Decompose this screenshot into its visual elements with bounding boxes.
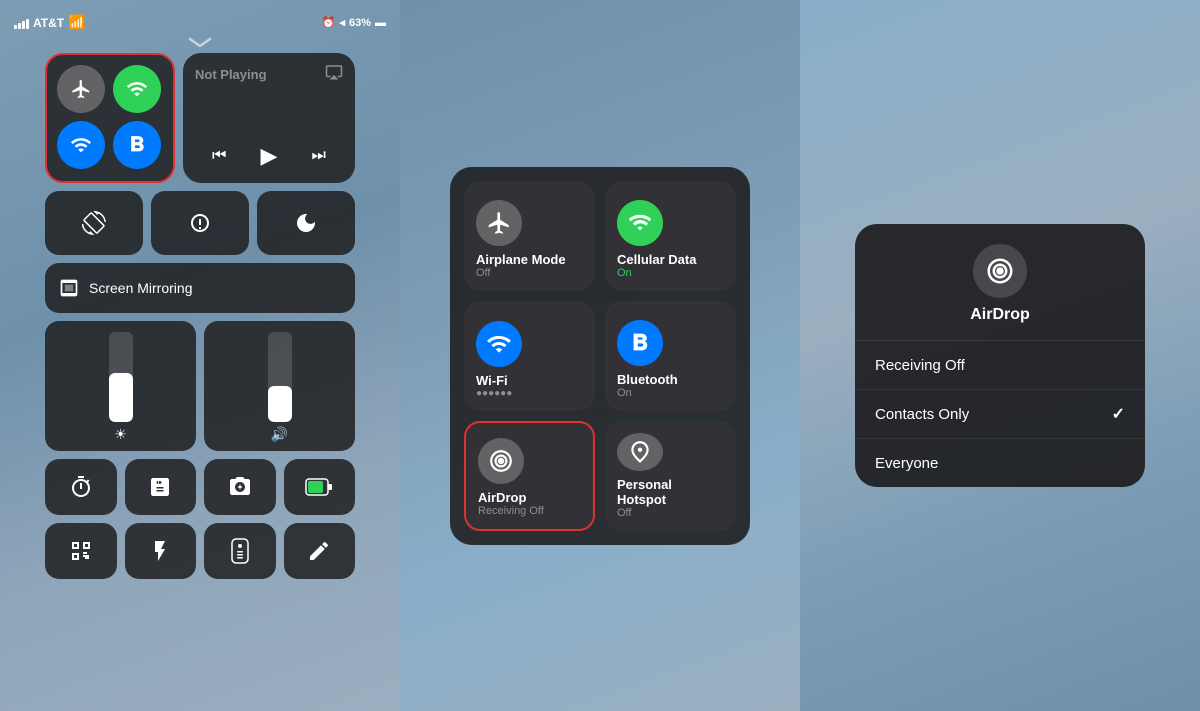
signal-bars-icon bbox=[14, 17, 29, 29]
panel-airdrop-menu: AirDrop Receiving Off ✓ Contacts Only ✓ … bbox=[800, 0, 1200, 711]
orientation-lock-button[interactable] bbox=[45, 191, 143, 255]
forward-button[interactable]: ⏭ bbox=[312, 147, 326, 165]
battery-percent: 63% bbox=[349, 17, 371, 29]
bluetooth-state: On bbox=[617, 387, 632, 399]
airdrop-cell[interactable]: AirDrop Receiving Off bbox=[464, 421, 595, 531]
flashlight-button[interactable] bbox=[125, 523, 197, 579]
remote-button[interactable] bbox=[204, 523, 276, 579]
airplane-mode-state: Off bbox=[476, 267, 490, 279]
expanded-toggle-panel: Airplane Mode Off Cellular Data On bbox=[450, 167, 750, 545]
volume-fill bbox=[268, 386, 292, 422]
now-playing-title: Not Playing bbox=[195, 67, 267, 82]
brightness-fill bbox=[109, 373, 133, 423]
contacts-only-label: Contacts Only bbox=[875, 406, 969, 423]
receiving-off-label: Receiving Off bbox=[875, 357, 965, 374]
airdrop-option-contacts-only[interactable]: Contacts Only ✓ bbox=[855, 390, 1145, 439]
wifi-icon: 📶 bbox=[68, 14, 85, 31]
status-left: AT&T 📶 bbox=[14, 14, 86, 31]
airdrop-menu-content: AirDrop Receiving Off ✓ Contacts Only ✓ … bbox=[800, 0, 1200, 711]
volume-slider[interactable]: 🔊 bbox=[204, 321, 355, 451]
hotspot-name: Personal Hotspot bbox=[617, 477, 724, 507]
airplay-icon[interactable] bbox=[325, 63, 343, 86]
airdrop-toggle-name: AirDrop bbox=[478, 490, 526, 505]
bluetooth-button[interactable]: 𝐁 bbox=[113, 121, 161, 169]
status-bar: AT&T 📶 ⏰ ◂ 63% ▬ bbox=[0, 8, 400, 35]
screen-mirroring-button[interactable]: Screen Mirroring bbox=[45, 263, 355, 313]
qr-scanner-button[interactable] bbox=[45, 523, 117, 579]
control-center-content: AT&T 📶 ⏰ ◂ 63% ▬ bbox=[0, 0, 400, 711]
bluetooth-toggle-icon: 𝐁 bbox=[617, 320, 663, 366]
cellular-data-state: On bbox=[617, 267, 632, 279]
alarm-icon: ⏰ bbox=[322, 16, 336, 29]
brightness-track bbox=[109, 332, 133, 422]
volume-icon: 🔊 bbox=[271, 426, 288, 443]
battery-widget-button[interactable] bbox=[284, 459, 356, 515]
bottom-grid bbox=[45, 459, 355, 579]
airdrop-options-list: Receiving Off ✓ Contacts Only ✓ Everyone… bbox=[855, 341, 1145, 487]
cellular-toggle-icon bbox=[617, 200, 663, 246]
bluetooth-name: Bluetooth bbox=[617, 372, 678, 387]
airplane-mode-cell[interactable]: Airplane Mode Off bbox=[464, 181, 595, 291]
timer-button[interactable] bbox=[45, 459, 117, 515]
battery-icon: ▬ bbox=[375, 17, 386, 29]
sliders-row: ☀ 🔊 bbox=[45, 321, 355, 451]
airdrop-menu-title: AirDrop bbox=[970, 306, 1030, 324]
do-not-disturb-button[interactable] bbox=[151, 191, 249, 255]
dismiss-chevron[interactable] bbox=[185, 35, 215, 49]
top-row: 𝐁 Not Playing ⏮ ▶ ⏭ bbox=[45, 53, 355, 183]
brightness-slider[interactable]: ☀ bbox=[45, 321, 196, 451]
panel-control-center: AT&T 📶 ⏰ ◂ 63% ▬ bbox=[0, 0, 400, 711]
carrier-label: AT&T bbox=[33, 16, 64, 30]
volume-track bbox=[268, 332, 292, 422]
now-playing-header: Not Playing bbox=[195, 63, 343, 86]
airdrop-header: AirDrop bbox=[855, 224, 1145, 341]
airdrop-menu-icon bbox=[973, 244, 1027, 298]
now-playing-widget: Not Playing ⏮ ▶ ⏭ bbox=[183, 53, 355, 183]
cellular-button[interactable] bbox=[113, 65, 161, 113]
playback-controls: ⏮ ▶ ⏭ bbox=[195, 135, 343, 173]
panel-expanded-toggles: Airplane Mode Off Cellular Data On bbox=[400, 0, 800, 711]
status-right: ⏰ ◂ 63% ▬ bbox=[322, 16, 386, 29]
hotspot-cell[interactable]: Personal Hotspot Off bbox=[605, 421, 736, 531]
location-icon: ◂ bbox=[339, 16, 345, 29]
airplane-toggle-icon bbox=[476, 200, 522, 246]
wifi-toggle-icon bbox=[476, 321, 522, 367]
expanded-panel-content: Airplane Mode Off Cellular Data On bbox=[400, 0, 800, 711]
airdrop-option-everyone[interactable]: Everyone ✓ bbox=[855, 439, 1145, 487]
calculator-button[interactable] bbox=[125, 459, 197, 515]
airplane-mode-name: Airplane Mode bbox=[476, 252, 566, 267]
connectivity-widget[interactable]: 𝐁 bbox=[45, 53, 175, 183]
brightness-icon: ☀ bbox=[114, 426, 127, 443]
wifi-name: Wi-Fi bbox=[476, 373, 508, 388]
rewind-button[interactable]: ⏮ bbox=[212, 147, 226, 165]
screen-mirroring-row: Screen Mirroring bbox=[45, 263, 355, 313]
screen-mirroring-label: Screen Mirroring bbox=[89, 280, 192, 296]
cellular-data-name: Cellular Data bbox=[617, 252, 696, 267]
control-area: 𝐁 Not Playing ⏮ ▶ ⏭ bbox=[35, 53, 365, 579]
mid-row bbox=[45, 191, 355, 255]
airdrop-toggle-icon bbox=[478, 438, 524, 484]
airdrop-option-receiving-off[interactable]: Receiving Off ✓ bbox=[855, 341, 1145, 390]
cellular-data-cell[interactable]: Cellular Data On bbox=[605, 181, 736, 291]
wifi-cell[interactable]: Wi-Fi ●●●●●● bbox=[464, 301, 595, 411]
airplane-mode-button[interactable] bbox=[57, 65, 105, 113]
notes-button[interactable] bbox=[284, 523, 356, 579]
everyone-label: Everyone bbox=[875, 455, 938, 472]
play-button[interactable]: ▶ bbox=[261, 143, 278, 169]
contacts-only-check: ✓ bbox=[1112, 404, 1125, 424]
hotspot-toggle-icon bbox=[617, 433, 663, 471]
bluetooth-cell[interactable]: 𝐁 Bluetooth On bbox=[605, 301, 736, 411]
wifi-state: ●●●●●● bbox=[476, 388, 512, 399]
camera-button[interactable] bbox=[204, 459, 276, 515]
hotspot-state: Off bbox=[617, 507, 631, 519]
wifi-button[interactable] bbox=[57, 121, 105, 169]
airdrop-menu: AirDrop Receiving Off ✓ Contacts Only ✓ … bbox=[855, 224, 1145, 487]
airdrop-toggle-state: Receiving Off bbox=[478, 505, 544, 517]
do-not-disturb-moon-button[interactable] bbox=[257, 191, 355, 255]
